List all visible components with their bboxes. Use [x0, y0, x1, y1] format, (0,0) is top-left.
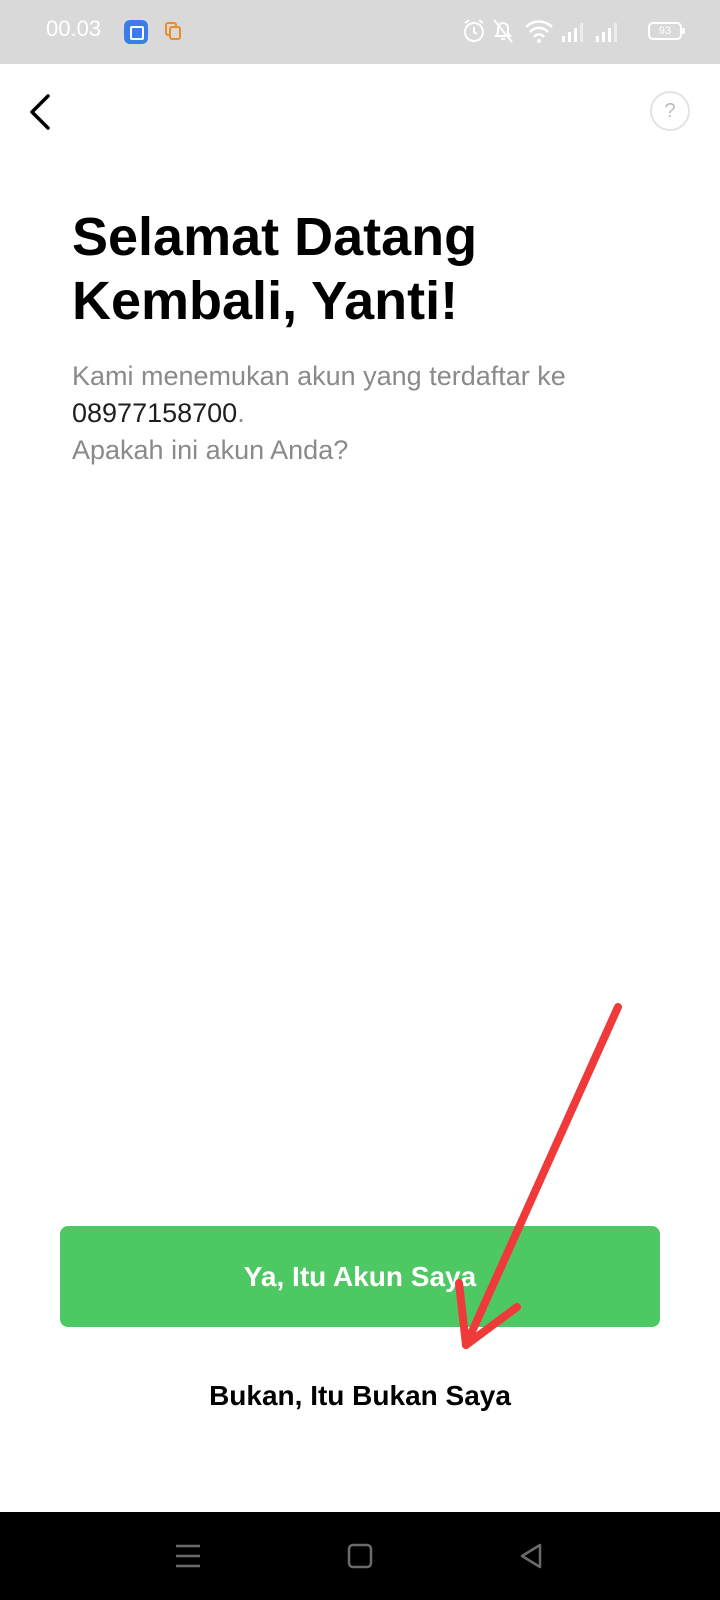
battery-icon: 93: [648, 22, 685, 40]
back-triangle-icon[interactable]: [516, 1540, 548, 1572]
mute-icon: [493, 19, 513, 43]
phone-suffix: .: [237, 398, 245, 428]
status-time: 00.03: [46, 16, 102, 41]
desc-line-3: Apakah ini akun Anda?: [72, 435, 349, 465]
chevron-left-icon: [30, 94, 50, 130]
account-description: Kami menemukan akun yang terdaftar ke 08…: [72, 358, 672, 469]
page-title: Selamat Datang Kembali, Yanti!: [72, 205, 672, 333]
title-line-1: Selamat Datang: [72, 207, 478, 267]
back-button[interactable]: [24, 88, 60, 136]
home-square-icon[interactable]: [344, 1540, 376, 1572]
navigation-bar: [0, 1512, 720, 1600]
copy-icon: [165, 22, 181, 40]
desc-line-1: Kami menemukan akun yang terdaftar ke: [72, 361, 566, 391]
app-notification-icon: [124, 20, 148, 44]
wifi-icon: [525, 20, 553, 43]
status-icons: 93: [462, 18, 685, 46]
deny-account-button[interactable]: Bukan, Itu Bukan Saya: [60, 1372, 660, 1420]
signal-icon: [562, 23, 583, 42]
title-line-2: Kembali, Yanti!: [72, 271, 459, 331]
menu-icon[interactable]: [172, 1540, 204, 1572]
status-bar: 00.03 93: [0, 0, 720, 64]
alarm-icon: [464, 19, 484, 42]
help-button[interactable]: ?: [650, 91, 690, 131]
signal-icon-2: [596, 23, 617, 42]
confirm-account-button[interactable]: Ya, Itu Akun Saya: [60, 1226, 660, 1327]
phone-number: 08977158700: [72, 398, 238, 428]
